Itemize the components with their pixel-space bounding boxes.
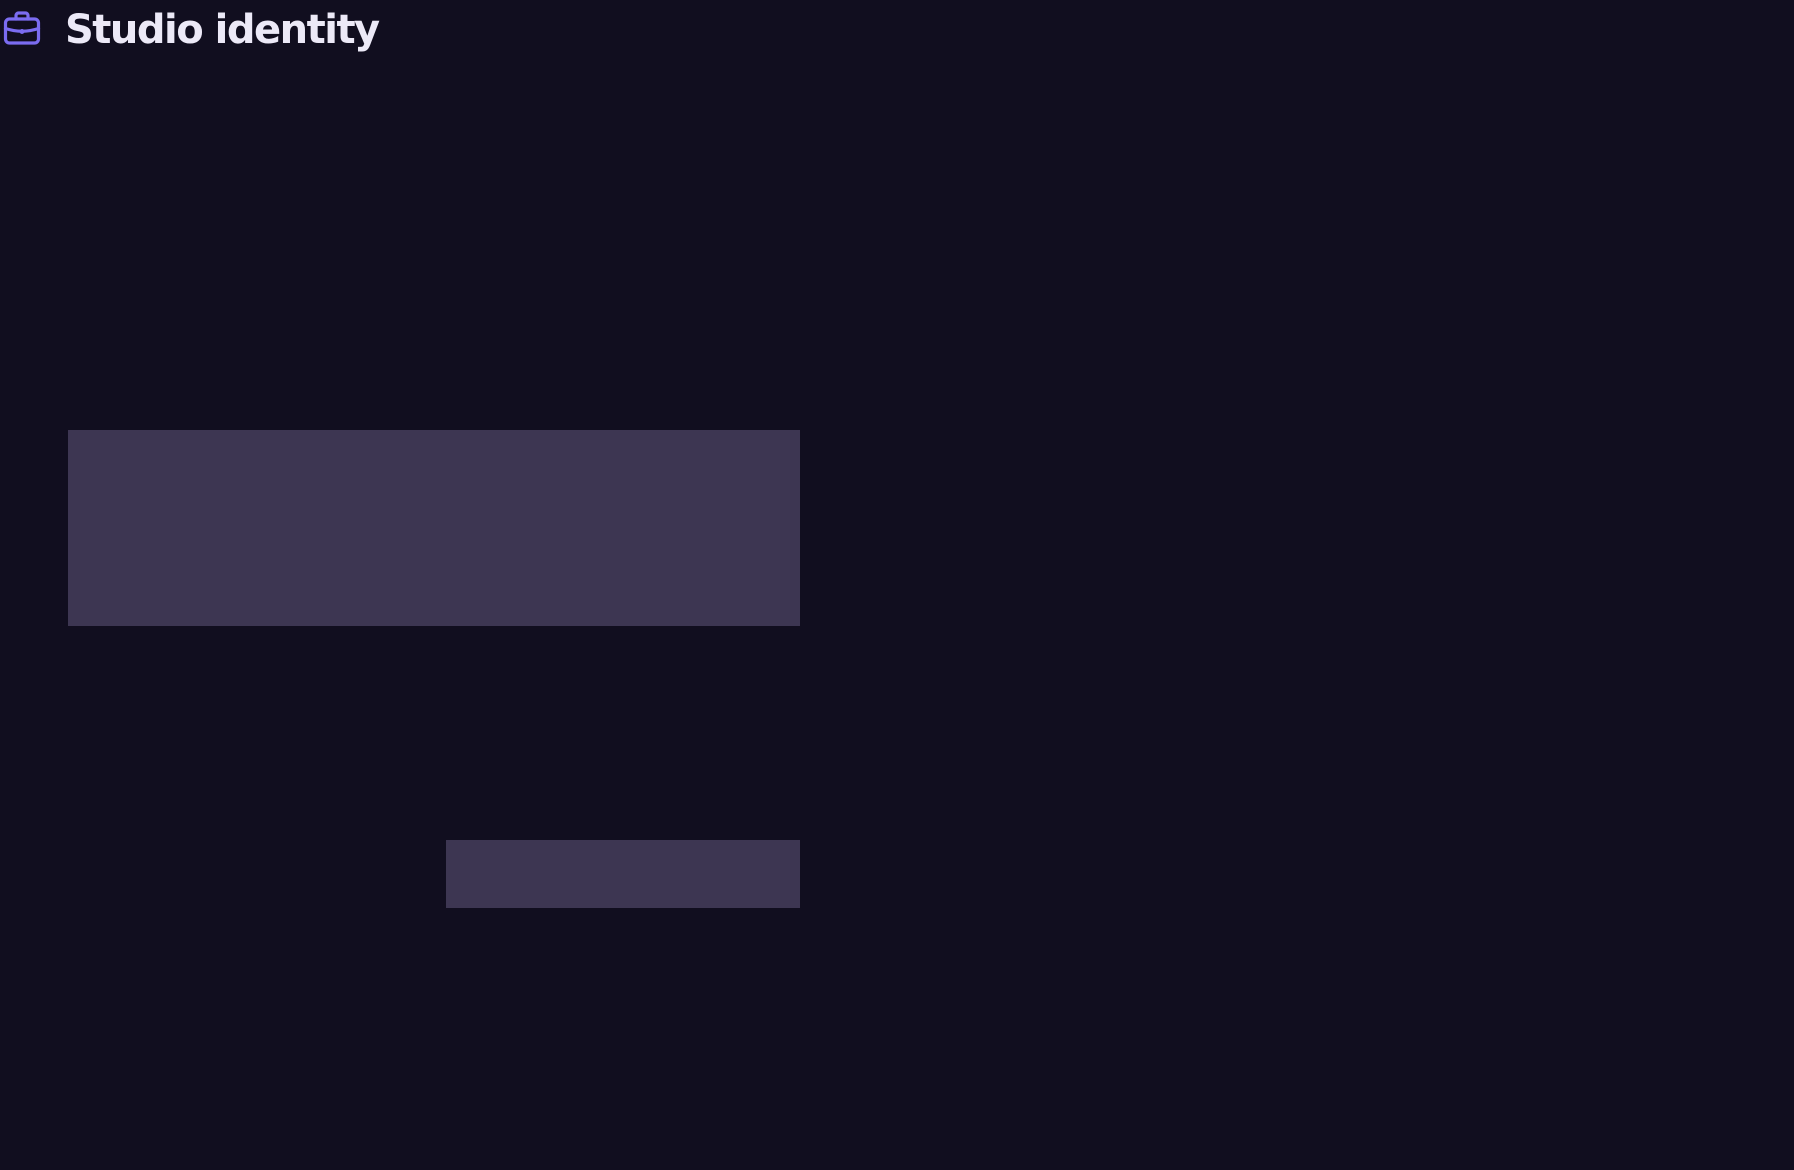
page-title: Studio identity [65, 7, 380, 53]
briefcase-icon [3, 10, 41, 46]
button-placeholder-block [446, 840, 800, 908]
content-placeholder-block [68, 430, 800, 626]
